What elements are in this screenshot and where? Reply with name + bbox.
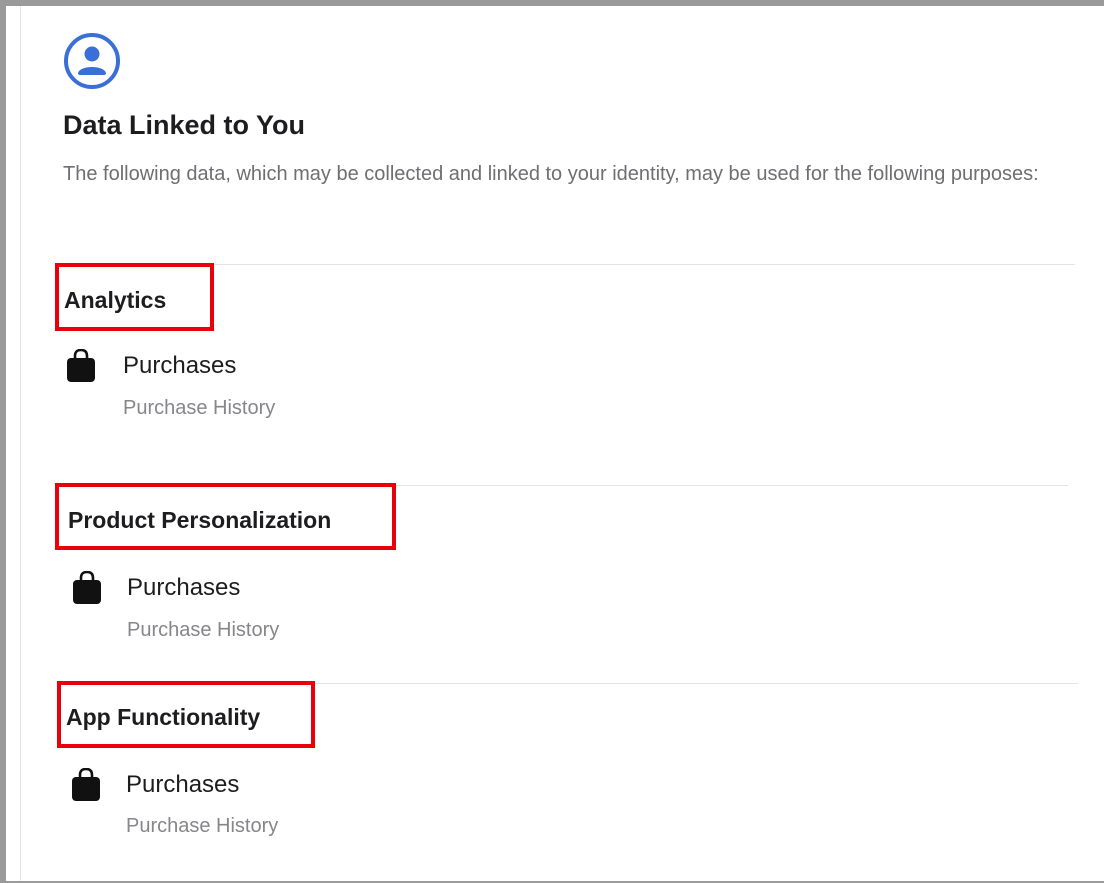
page-description: The following data, which may be collect… [63,163,1039,185]
section-title-product-personalization: Product Personalization [68,507,332,533]
person-circle-icon [64,33,120,89]
data-item-detail: Purchase History [123,397,276,419]
shopping-bag-icon [72,768,100,801]
data-item-detail: Purchase History [126,815,279,837]
data-item-label: Purchases [123,352,237,379]
panel-edge [20,6,21,881]
shopping-bag-icon [73,571,101,604]
page-title: Data Linked to You [63,110,306,140]
section-divider [63,264,1075,265]
data-item-label: Purchases [127,574,241,601]
data-item-detail: Purchase History [127,619,280,641]
data-item-label: Purchases [126,771,240,798]
section-title-analytics: Analytics [64,287,167,313]
shopping-bag-icon [67,349,95,382]
section-title-app-functionality: App Functionality [66,704,261,730]
